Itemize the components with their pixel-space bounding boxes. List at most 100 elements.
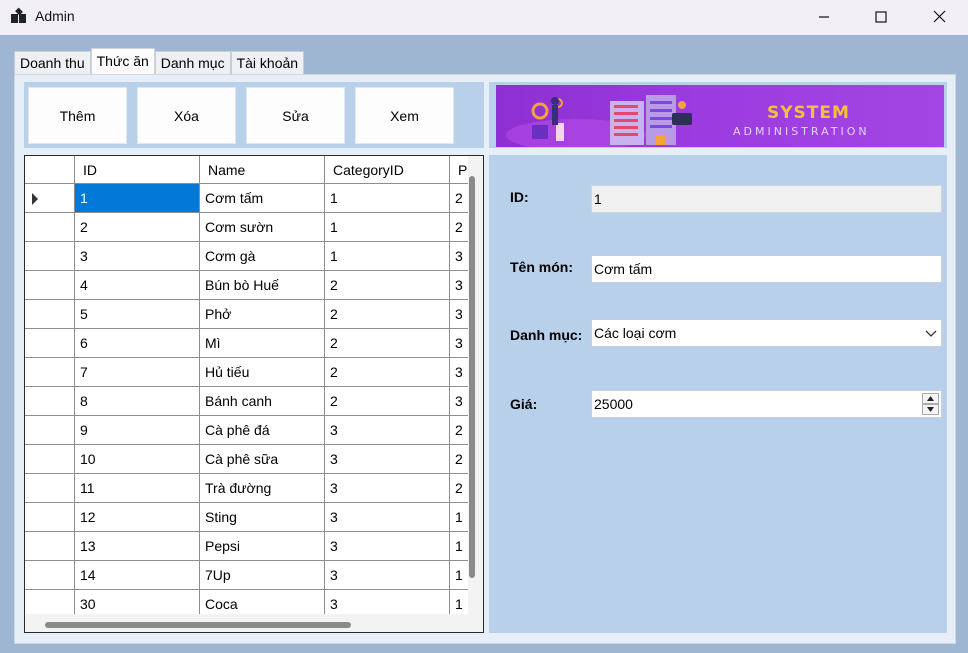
table-row[interactable]: 1 Cơm tấm 1 2	[25, 184, 483, 213]
tab-thuc-an[interactable]: Thức ăn	[90, 48, 155, 75]
add-button[interactable]: Thêm	[28, 87, 127, 144]
cell-id[interactable]: 7	[75, 358, 200, 387]
row-header[interactable]	[25, 358, 75, 387]
row-header[interactable]	[25, 503, 75, 532]
row-header[interactable]	[25, 445, 75, 474]
cell-id[interactable]: 1	[75, 184, 200, 213]
cell-category[interactable]: 2	[325, 358, 450, 387]
cell-id[interactable]: 6	[75, 329, 200, 358]
tab-danh-muc[interactable]: Danh mục	[154, 51, 231, 74]
column-header-category[interactable]: CategoryID	[325, 156, 450, 184]
id-field[interactable]: 1	[591, 185, 942, 213]
row-header[interactable]	[25, 416, 75, 445]
cell-name[interactable]: Sting	[200, 503, 325, 532]
cell-id[interactable]: 10	[75, 445, 200, 474]
category-label: Danh mục:	[510, 327, 583, 343]
tab-tai-khoan[interactable]: Tài khoản	[230, 51, 305, 74]
cell-name[interactable]: Cà phê đá	[200, 416, 325, 445]
cell-name[interactable]: Hủ tiếu	[200, 358, 325, 387]
price-stepper[interactable]: 25000	[591, 390, 942, 418]
cell-name[interactable]: 7Up	[200, 561, 325, 590]
cell-name[interactable]: Cơm sườn	[200, 213, 325, 242]
edit-button[interactable]: Sửa	[246, 87, 345, 144]
cell-category[interactable]: 2	[325, 300, 450, 329]
table-row[interactable]: 4 Bún bò Huế 2 3	[25, 271, 483, 300]
decrement-button[interactable]	[922, 404, 939, 415]
column-header-name[interactable]: Name	[200, 156, 325, 184]
cell-name[interactable]: Phở	[200, 300, 325, 329]
cell-category[interactable]: 3	[325, 416, 450, 445]
cell-id[interactable]: 2	[75, 213, 200, 242]
close-button[interactable]	[910, 0, 968, 33]
view-button[interactable]: Xem	[355, 87, 454, 144]
cell-name[interactable]: Trà đường	[200, 474, 325, 503]
row-header[interactable]	[25, 213, 75, 242]
table-row[interactable]: 2 Cơm sườn 1 2	[25, 213, 483, 242]
table-row[interactable]: 8 Bánh canh 2 3	[25, 387, 483, 416]
cell-id[interactable]: 13	[75, 532, 200, 561]
cell-name[interactable]: Cơm gà	[200, 242, 325, 271]
tab-strip: Doanh thu Thức ăn Danh mục Tài khoản	[14, 48, 305, 75]
table-row[interactable]: 10 Cà phê sữa 3 2	[25, 445, 483, 474]
name-field[interactable]: Cơm tấm	[591, 255, 942, 283]
cell-id[interactable]: 11	[75, 474, 200, 503]
maximize-button[interactable]	[852, 0, 910, 33]
cell-category[interactable]: 3	[325, 532, 450, 561]
window-title: Admin	[35, 8, 75, 24]
row-header[interactable]	[25, 387, 75, 416]
tab-doanh-thu[interactable]: Doanh thu	[14, 51, 91, 74]
row-header[interactable]	[25, 561, 75, 590]
food-data-grid[interactable]: ID Name CategoryID P 1 Cơm tấm 1 2 2 Cơm sườn…	[24, 155, 484, 633]
cell-id[interactable]: 14	[75, 561, 200, 590]
table-row[interactable]: 5 Phở 2 3	[25, 300, 483, 329]
cell-category[interactable]: 3	[325, 445, 450, 474]
cell-category[interactable]: 3	[325, 474, 450, 503]
chevron-down-icon	[925, 330, 937, 337]
cell-name[interactable]: Bún bò Huế	[200, 271, 325, 300]
minimize-button[interactable]	[795, 0, 853, 33]
table-row[interactable]: 6 Mì 2 3	[25, 329, 483, 358]
cell-category[interactable]: 2	[325, 271, 450, 300]
minimize-icon	[819, 15, 829, 18]
cell-name[interactable]: Cơm tấm	[200, 184, 325, 213]
row-header[interactable]	[25, 532, 75, 561]
table-row[interactable]: 3 Cơm gà 1 3	[25, 242, 483, 271]
table-row[interactable]: 14 7Up 3 1	[25, 561, 483, 590]
cell-category[interactable]: 1	[325, 213, 450, 242]
cell-id[interactable]: 5	[75, 300, 200, 329]
table-row[interactable]: 12 Sting 3 1	[25, 503, 483, 532]
cell-category[interactable]: 1	[325, 184, 450, 213]
cell-id[interactable]: 8	[75, 387, 200, 416]
detail-form-panel: ID: 1 Tên món: Cơm tấm Danh mục: Các loạ…	[489, 155, 947, 633]
table-row[interactable]: 13 Pepsi 3 1	[25, 532, 483, 561]
cell-name[interactable]: Bánh canh	[200, 387, 325, 416]
grid-header-row: ID Name CategoryID P	[25, 156, 483, 185]
cell-name[interactable]: Mì	[200, 329, 325, 358]
cell-id[interactable]: 3	[75, 242, 200, 271]
column-header-id[interactable]: ID	[75, 156, 200, 184]
cell-category[interactable]: 2	[325, 329, 450, 358]
cell-name[interactable]: Pepsi	[200, 532, 325, 561]
cell-category[interactable]: 1	[325, 242, 450, 271]
table-row[interactable]: 11 Trà đường 3 2	[25, 474, 483, 503]
cell-id[interactable]: 12	[75, 503, 200, 532]
cell-category[interactable]: 3	[325, 503, 450, 532]
row-header[interactable]	[25, 300, 75, 329]
row-header[interactable]	[25, 474, 75, 503]
table-row[interactable]: 9 Cà phê đá 3 2	[25, 416, 483, 445]
increment-button[interactable]	[922, 393, 939, 404]
delete-button[interactable]: Xóa	[137, 87, 236, 144]
row-header[interactable]	[25, 184, 75, 213]
cell-id[interactable]: 9	[75, 416, 200, 445]
grid-horizontal-scroll-thumb[interactable]	[45, 622, 351, 628]
row-header[interactable]	[25, 271, 75, 300]
cell-id[interactable]: 4	[75, 271, 200, 300]
cell-category[interactable]: 2	[325, 387, 450, 416]
row-header[interactable]	[25, 329, 75, 358]
grid-vertical-scroll-thumb[interactable]	[469, 176, 475, 578]
row-header[interactable]	[25, 242, 75, 271]
cell-category[interactable]: 3	[325, 561, 450, 590]
cell-name[interactable]: Cà phê sữa	[200, 445, 325, 474]
category-select[interactable]: Các loại cơm	[591, 319, 942, 347]
table-row[interactable]: 7 Hủ tiếu 2 3	[25, 358, 483, 387]
